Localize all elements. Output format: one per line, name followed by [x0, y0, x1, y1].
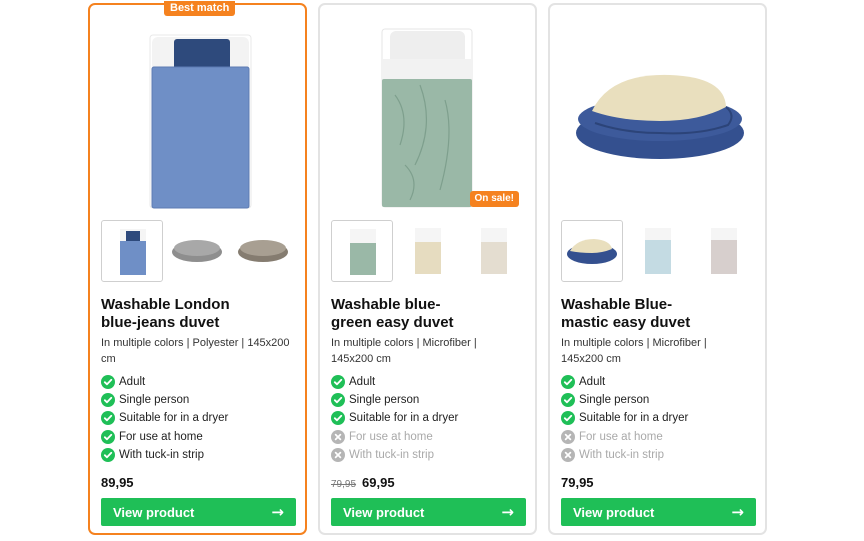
button-label: View product	[573, 504, 655, 520]
product-title[interactable]: Washable Blue- mastic easy duvet	[561, 296, 756, 332]
product-image[interactable]	[320, 15, 535, 215]
button-label: View product	[343, 504, 425, 520]
product-title[interactable]: Washable London blue-jeans duvet	[101, 296, 296, 332]
feature-item: Single person	[101, 391, 301, 409]
product-card-blue-mastic-easy[interactable]: Washable Blue- mastic easy duvet In mult…	[548, 3, 767, 535]
price: 79,95	[561, 475, 594, 490]
feature-item: For use at home	[101, 428, 301, 446]
check-circle-icon	[101, 375, 115, 390]
thumbnail-2[interactable]	[167, 220, 229, 282]
sale-badge: On sale!	[469, 191, 519, 207]
product-title[interactable]: Washable blue- green easy duvet	[331, 296, 526, 332]
old-price: 79,95	[331, 479, 357, 490]
product-card-blue-green-easy[interactable]: On sale! Washable blue- green easy duvet…	[318, 3, 537, 535]
feature-item: With tuck-in strip	[561, 446, 761, 464]
feature-item: Adult	[561, 373, 761, 391]
button-label: View product	[113, 504, 195, 520]
check-circle-icon	[561, 411, 575, 426]
feature-item: For use at home	[561, 428, 761, 446]
feature-item: Single person	[331, 391, 531, 409]
check-circle-icon	[331, 393, 345, 408]
check-circle-icon	[101, 393, 115, 408]
thumbnail-2[interactable]	[627, 220, 689, 282]
feature-item: Suitable for in a dryer	[101, 409, 301, 427]
price-row: 89,95	[101, 475, 134, 490]
thumbnail-1[interactable]	[101, 220, 163, 282]
price: 69,95	[362, 475, 395, 490]
feature-item: Suitable for in a dryer	[331, 409, 531, 427]
feature-item: Suitable for in a dryer	[561, 409, 761, 427]
thumbnail-2[interactable]	[397, 220, 459, 282]
x-circle-icon	[561, 447, 575, 462]
product-card-london-blue-jeans[interactable]: Best match Washable London blue-jeans du…	[88, 1, 307, 535]
thumbnail-3[interactable]	[463, 220, 525, 282]
check-circle-icon	[561, 375, 575, 390]
view-product-button[interactable]: View product →	[101, 498, 296, 526]
x-circle-icon	[331, 429, 345, 444]
check-circle-icon	[331, 411, 345, 426]
feature-item: With tuck-in strip	[101, 446, 301, 464]
thumbnail-1[interactable]	[331, 220, 393, 282]
x-circle-icon	[561, 429, 575, 444]
price: 89,95	[101, 475, 134, 490]
arrow-right-icon: →	[271, 503, 284, 521]
view-product-button[interactable]: View product →	[331, 498, 526, 526]
product-subtitle: In multiple colors | Polyester | 145x200…	[101, 337, 290, 365]
feature-list: Adult Single person Suitable for in a dr…	[101, 373, 301, 464]
x-circle-icon	[331, 447, 345, 462]
product-image[interactable]	[90, 15, 305, 215]
arrow-right-icon: →	[501, 503, 514, 521]
product-image[interactable]	[550, 15, 765, 215]
product-subtitle: In multiple colors | Microfiber | 145x20…	[331, 337, 477, 365]
best-match-badge: Best match	[164, 1, 236, 16]
check-circle-icon	[101, 447, 115, 462]
feature-item: For use at home	[331, 428, 531, 446]
thumbnail-3[interactable]	[233, 220, 295, 282]
thumbnail-3[interactable]	[693, 220, 755, 282]
arrow-right-icon: →	[731, 503, 744, 521]
feature-item: Adult	[101, 373, 301, 391]
feature-list: Adult Single person Suitable for in a dr…	[331, 373, 531, 464]
check-circle-icon	[331, 375, 345, 390]
feature-item: Single person	[561, 391, 761, 409]
check-circle-icon	[101, 411, 115, 426]
feature-item: With tuck-in strip	[331, 446, 531, 464]
product-subtitle: In multiple colors | Microfiber | 145x20…	[561, 337, 707, 365]
feature-item: Adult	[331, 373, 531, 391]
thumbnail-1[interactable]	[561, 220, 623, 282]
price-row: 79,95 69,95	[331, 475, 395, 490]
view-product-button[interactable]: View product →	[561, 498, 756, 526]
price-row: 79,95	[561, 475, 594, 490]
check-circle-icon	[101, 429, 115, 444]
check-circle-icon	[561, 393, 575, 408]
feature-list: Adult Single person Suitable for in a dr…	[561, 373, 761, 464]
